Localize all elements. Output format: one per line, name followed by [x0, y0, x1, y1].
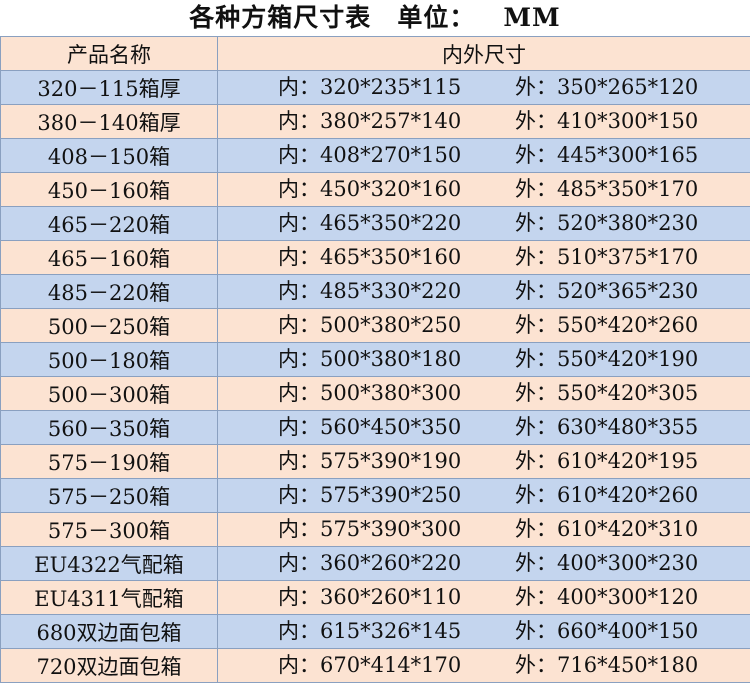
table-row: 485－220箱 内：485*330*220 外：520*365*230: [0, 274, 750, 309]
inner-dimensions: 内：450*320*160: [278, 177, 462, 201]
inner-dimensions: 内：500*380*250: [278, 313, 462, 337]
dimensions-cell: 内：380*257*140 外：410*300*150: [217, 104, 750, 139]
outer-dimensions: 外：410*300*150: [515, 109, 699, 133]
dimensions-cell: 内：500*380*250 外：550*420*260: [217, 308, 750, 343]
dimensions-cell: 内：615*326*145 外：660*400*150: [217, 614, 750, 649]
table-row: 720双边面包箱 内：670*414*170 外：716*450*180: [0, 648, 750, 683]
product-name-cell: 500－180箱: [0, 342, 218, 377]
dimensions-table: 产品名称 内外尺寸 320－115箱厚 内：320*235*115 外：350*26…: [0, 36, 750, 683]
header-row: 产品名称 内外尺寸: [0, 36, 750, 71]
unit-label: 单位：: [397, 3, 476, 32]
table-row: 465－220箱 内：465*350*220 外：520*380*230: [0, 206, 750, 241]
table-row: 500－250箱 内：500*380*250 外：550*420*260: [0, 308, 750, 343]
inner-dimensions: 内：380*257*140: [278, 109, 462, 133]
dimensions-cell: 内：575*390*300 外：610*420*310: [217, 512, 750, 547]
table-title: 各种方箱尺寸表 单位： MM: [0, 0, 750, 36]
product-name-cell: 720双边面包箱: [0, 648, 218, 683]
product-name-cell: 500－300箱: [0, 376, 218, 411]
dimensions-cell: 内：320*235*115 外：350*265*120: [217, 70, 750, 105]
product-name-cell: 380－140箱厚: [0, 104, 218, 139]
table-row: EU4322气配箱 内：360*260*220 外：400*300*230: [0, 546, 750, 581]
table-row: 408－150箱 内：408*270*150 外：445*300*165: [0, 138, 750, 173]
product-name-cell: 320－115箱厚: [0, 70, 218, 105]
inner-dimensions: 内：465*350*160: [278, 245, 462, 269]
header-product-name: 产品名称: [0, 36, 218, 71]
dimensions-cell: 内：670*414*170 外：716*450*180: [217, 648, 750, 683]
table-row: 500－300箱 内：500*380*300 外：550*420*305: [0, 376, 750, 411]
outer-dimensions: 外：445*300*165: [515, 143, 699, 167]
inner-dimensions: 内：360*260*110: [278, 585, 462, 609]
dimensions-cell: 内：500*380*180 外：550*420*190: [217, 342, 750, 377]
inner-dimensions: 内：575*390*300: [278, 517, 462, 541]
table-row: 575－190箱 内：575*390*190 外：610*420*195: [0, 444, 750, 479]
outer-dimensions: 外：550*420*190: [515, 347, 699, 371]
outer-dimensions: 外：630*480*355: [515, 415, 699, 439]
dimensions-cell: 内：500*380*300 外：550*420*305: [217, 376, 750, 411]
inner-dimensions: 内：575*390*250: [278, 483, 462, 507]
table-row: 380－140箱厚 内：380*257*140 外：410*300*150: [0, 104, 750, 139]
product-name-cell: 485－220箱: [0, 274, 218, 309]
table-row: 500－180箱 内：500*380*180 外：550*420*190: [0, 342, 750, 377]
dimensions-cell: 内：575*390*250 外：610*420*260: [217, 478, 750, 513]
product-name-cell: 450－160箱: [0, 172, 218, 207]
outer-dimensions: 外：660*400*150: [515, 619, 699, 643]
product-name-cell: EU4311气配箱: [0, 580, 218, 615]
product-name-cell: 408－150箱: [0, 138, 218, 173]
inner-dimensions: 内：500*380*180: [278, 347, 462, 371]
dimensions-cell: 内：560*450*350 外：630*480*355: [217, 410, 750, 445]
outer-dimensions: 外：510*375*170: [515, 245, 699, 269]
inner-dimensions: 内：500*380*300: [278, 381, 462, 405]
product-name-cell: 575－250箱: [0, 478, 218, 513]
product-name-cell: 560－350箱: [0, 410, 218, 445]
table-row: 575－300箱 内：575*390*300 外：610*420*310: [0, 512, 750, 547]
outer-dimensions: 外：550*420*260: [515, 313, 699, 337]
dimensions-cell: 内：450*320*160 外：485*350*170: [217, 172, 750, 207]
inner-dimensions: 内：615*326*145: [278, 619, 462, 643]
outer-dimensions: 外：610*420*260: [515, 483, 699, 507]
table-row: 465－160箱 内：465*350*160 外：510*375*170: [0, 240, 750, 275]
outer-dimensions: 外：716*450*180: [515, 653, 699, 677]
outer-dimensions: 外：400*300*120: [515, 585, 699, 609]
table-row: 320－115箱厚 内：320*235*115 外：350*265*120: [0, 70, 750, 105]
dimensions-cell: 内：465*350*160 外：510*375*170: [217, 240, 750, 275]
outer-dimensions: 外：550*420*305: [515, 381, 699, 405]
inner-dimensions: 内：670*414*170: [278, 653, 462, 677]
inner-dimensions: 内：465*350*220: [278, 211, 462, 235]
table-row: EU4311气配箱 内：360*260*110 外：400*300*120: [0, 580, 750, 615]
table-row: 560－350箱 内：560*450*350 外：630*480*355: [0, 410, 750, 445]
inner-dimensions: 内：485*330*220: [278, 279, 462, 303]
outer-dimensions: 外：610*420*195: [515, 449, 699, 473]
dimensions-cell: 内：360*260*220 外：400*300*230: [217, 546, 750, 581]
table-row: 575－250箱 内：575*390*250 外：610*420*260: [0, 478, 750, 513]
outer-dimensions: 外：520*380*230: [515, 211, 699, 235]
header-dimensions: 内外尺寸: [217, 36, 750, 71]
dimensions-cell: 内：465*350*220 外：520*380*230: [217, 206, 750, 241]
inner-dimensions: 内：408*270*150: [278, 143, 462, 167]
product-name-cell: EU4322气配箱: [0, 546, 218, 581]
outer-dimensions: 外：350*265*120: [515, 75, 699, 99]
product-name-cell: 575－190箱: [0, 444, 218, 479]
size-table-sheet: 各种方箱尺寸表 单位： MM 产品名称 内外尺寸 320－115箱厚 内：320*23…: [0, 0, 750, 694]
dimensions-cell: 内：408*270*150 外：445*300*165: [217, 138, 750, 173]
table-row: 450－160箱 内：450*320*160 外：485*350*170: [0, 172, 750, 207]
product-name-cell: 465－220箱: [0, 206, 218, 241]
dimensions-cell: 内：360*260*110 外：400*300*120: [217, 580, 750, 615]
outer-dimensions: 外：485*350*170: [515, 177, 699, 201]
dimensions-cell: 内：575*390*190 外：610*420*195: [217, 444, 750, 479]
outer-dimensions: 外：520*365*230: [515, 279, 699, 303]
dimensions-cell: 内：485*330*220 外：520*365*230: [217, 274, 750, 309]
inner-dimensions: 内：320*235*115: [278, 75, 462, 99]
product-name-cell: 465－160箱: [0, 240, 218, 275]
inner-dimensions: 内：560*450*350: [278, 415, 462, 439]
inner-dimensions: 内：575*390*190: [278, 449, 462, 473]
outer-dimensions: 外：610*420*310: [515, 517, 699, 541]
title-main: 各种方箱尺寸表: [189, 3, 372, 32]
outer-dimensions: 外：400*300*230: [515, 551, 699, 575]
inner-dimensions: 内：360*260*220: [278, 551, 462, 575]
product-name-cell: 575－300箱: [0, 512, 218, 547]
unit-value: MM: [503, 3, 561, 32]
table-row: 680双边面包箱 内：615*326*145 外：660*400*150: [0, 614, 750, 649]
product-name-cell: 500－250箱: [0, 308, 218, 343]
product-name-cell: 680双边面包箱: [0, 614, 218, 649]
